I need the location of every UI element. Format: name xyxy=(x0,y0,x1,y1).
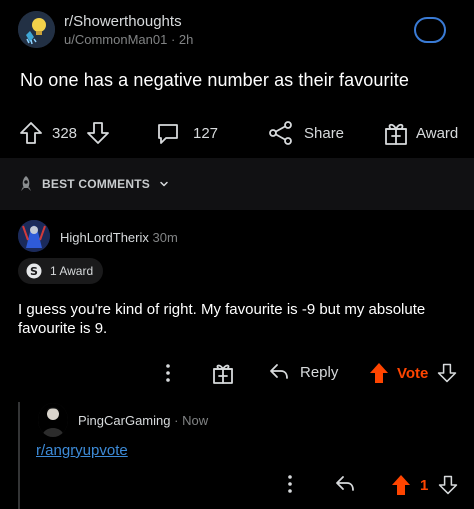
meta-dot: · xyxy=(170,32,179,47)
comments-button[interactable]: 127 xyxy=(155,120,218,146)
silver-award-icon: S xyxy=(26,263,42,279)
svg-text:S: S xyxy=(30,265,38,278)
comment-age: 30m xyxy=(152,230,178,245)
avatar-figure-icon xyxy=(38,403,68,437)
join-button[interactable] xyxy=(414,17,446,43)
comment-author-line: HighLordTherix 30m xyxy=(60,230,178,245)
upvote-filled-icon[interactable] xyxy=(391,474,411,496)
reply-avatar[interactable] xyxy=(38,403,68,437)
reply-age: Now xyxy=(182,413,209,428)
rocket-icon xyxy=(21,176,31,191)
share-icon xyxy=(269,121,292,145)
comment-author[interactable]: HighLordTherix xyxy=(60,230,149,245)
comment-count: 127 xyxy=(193,124,219,142)
vote-label: Vote xyxy=(397,364,429,382)
upvote-arrow-icon[interactable] xyxy=(18,120,44,146)
comment-award-gift-icon[interactable] xyxy=(212,361,234,385)
reply-vote-group: 1 xyxy=(391,473,459,497)
lightbulb-icon xyxy=(18,11,55,48)
sort-dropdown[interactable]: BEST COMMENTS xyxy=(18,175,170,193)
comment-vote-group: Vote xyxy=(369,361,458,385)
gift-icon xyxy=(385,123,407,145)
award-pill-label: 1 Award xyxy=(50,264,94,278)
post-upvote-count: 328 xyxy=(52,124,78,142)
subreddit-name[interactable]: r/Showerthoughts xyxy=(64,13,182,30)
share-label: Share xyxy=(304,124,345,142)
post-title: No one has a negative number as their fa… xyxy=(20,70,409,90)
upvote-filled-icon[interactable] xyxy=(369,362,389,384)
more-options-icon[interactable] xyxy=(164,362,172,384)
reply-arrow-icon[interactable] xyxy=(334,473,356,495)
post-vote-group: 328 xyxy=(18,120,111,146)
comment-downvote-icon[interactable] xyxy=(436,361,458,385)
award-pill[interactable]: S 1 Award xyxy=(18,258,104,284)
avatar-figure-icon xyxy=(18,220,50,252)
award-button[interactable]: Award xyxy=(384,120,458,146)
post-author[interactable]: u/CommonMan01 xyxy=(64,32,167,47)
reply-arrow-icon xyxy=(270,364,288,379)
reply-meta-dot: · xyxy=(174,413,183,428)
award-label: Award xyxy=(416,124,459,142)
comment-body: I guess you're kind of right. My favouri… xyxy=(18,301,426,337)
subreddit-link[interactable]: r/angryupvote xyxy=(36,442,128,459)
reply-more-options-icon[interactable] xyxy=(286,473,294,495)
subreddit-icon[interactable] xyxy=(18,11,55,48)
thread-line[interactable] xyxy=(18,402,20,509)
post-age: 2h xyxy=(178,32,194,47)
chevron-down-icon xyxy=(160,181,168,187)
share-button[interactable]: Share xyxy=(268,120,344,146)
reply-button[interactable]: Reply xyxy=(268,361,338,383)
sort-label: BEST COMMENTS xyxy=(42,177,150,191)
comment-bubble-icon xyxy=(158,124,178,144)
reply-author[interactable]: PingCarGaming xyxy=(78,413,171,428)
reply-label: Reply xyxy=(300,363,339,381)
reply-author-line: PingCarGaming · Now xyxy=(78,413,208,428)
reply-downvote-icon[interactable] xyxy=(437,473,459,497)
reply-score: 1 xyxy=(420,476,429,494)
post-meta: u/CommonMan01 · 2h xyxy=(64,32,193,47)
downvote-arrow-icon[interactable] xyxy=(85,120,111,146)
comment-avatar[interactable] xyxy=(18,220,50,252)
